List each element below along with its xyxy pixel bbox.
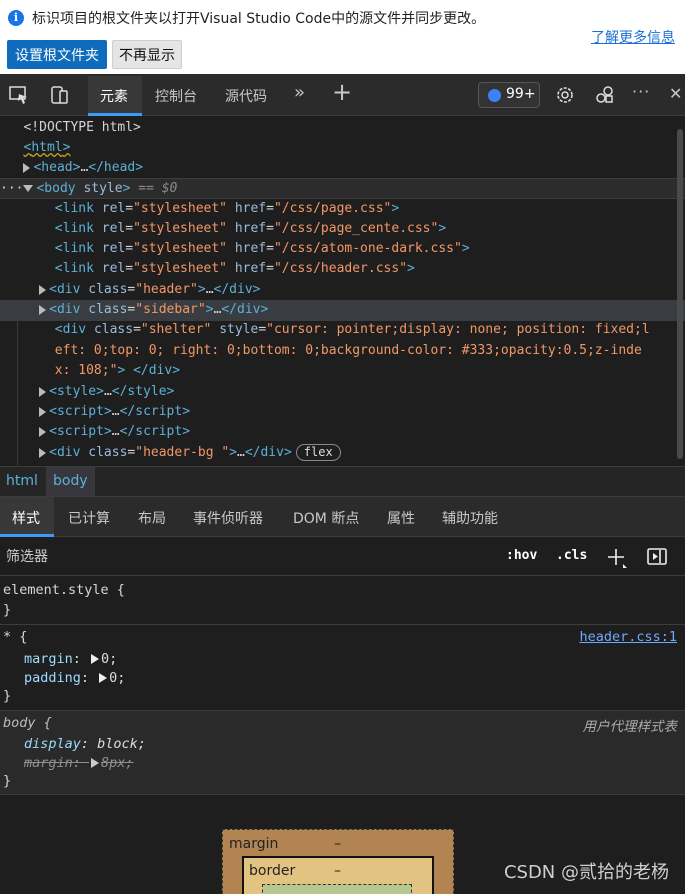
dom-scrollbar[interactable] (675, 117, 685, 466)
breadcrumb-body[interactable]: body (46, 467, 95, 496)
dom-node-div-shelter-cont: eft: 0;top: 0; right: 0;bottom: 0;backgr… (54, 343, 642, 358)
dom-node-body[interactable]: ··· <body style> == $0 (0, 178, 685, 199)
tab-properties[interactable]: 属性 (387, 508, 415, 528)
box-model: margin – border – CSDN @贰拾的老杨 (0, 796, 685, 894)
box-model-border-value[interactable]: – (334, 863, 341, 879)
hover-state-button[interactable]: :hov (506, 548, 537, 563)
prop-margin-overridden: margin: 8px; (24, 755, 134, 771)
prop-margin[interactable]: margin: 0; (24, 651, 117, 667)
devtools-toolbar: 元素 控制台 源代码 » + 99+ ··· ✕ (0, 74, 685, 116)
toggle-sidebar-icon[interactable] (646, 547, 668, 567)
info-bar: i 标识项目的根文件夹以打开Visual Studio Code中的源文件并同步… (0, 0, 685, 74)
dom-node-div-shelter[interactable]: <div class="shelter" style="cursor: poin… (0, 320, 685, 341)
expand-triangle-icon[interactable] (39, 386, 47, 397)
dom-node-link-3[interactable]: <link rel="stylesheet" href="/css/atom-o… (0, 239, 685, 260)
expand-triangle-icon[interactable] (39, 304, 47, 315)
prop-padding[interactable]: padding: 0; (24, 670, 125, 686)
issues-badge[interactable]: 99+ (478, 82, 540, 108)
dom-node-style[interactable]: <style>…</style> (0, 382, 685, 403)
dom-node-div-header[interactable]: <div class="header">…</div> (0, 280, 685, 301)
tab-computed[interactable]: 已计算 (68, 508, 110, 528)
new-style-rule-icon[interactable] (606, 547, 628, 569)
tab-styles[interactable]: 样式 (12, 508, 40, 528)
filter-input[interactable] (0, 543, 490, 571)
expand-triangle-icon[interactable] (39, 284, 47, 295)
expand-shorthand-icon[interactable] (91, 654, 100, 664)
dom-node-doctype[interactable]: <!DOCTYPE html> (0, 118, 685, 139)
settings-gear-icon[interactable] (554, 84, 576, 106)
expand-shorthand-icon[interactable] (91, 758, 100, 768)
tab-layout[interactable]: 布局 (138, 508, 166, 528)
tab-accessibility[interactable]: 辅助功能 (442, 508, 498, 528)
box-model-margin-value[interactable]: – (334, 836, 341, 852)
tab-event-listeners[interactable]: 事件侦听器 (193, 508, 263, 528)
dom-node-script-1[interactable]: <script>…</script> (0, 402, 685, 423)
user-agent-stylesheet-label: 用户代理样式表 (582, 719, 678, 735)
expand-shorthand-icon[interactable] (99, 673, 108, 683)
dom-node-link-4[interactable]: <link rel="stylesheet" href="/css/header… (0, 259, 685, 280)
inspect-element-icon[interactable] (8, 84, 30, 106)
collapse-triangle-icon[interactable] (23, 185, 34, 192)
class-toggle-button[interactable]: .cls (556, 548, 587, 563)
styles-tabbar: 样式 已计算 布局 事件侦听器 DOM 断点 属性 辅助功能 (0, 497, 685, 537)
watermark: CSDN @贰拾的老杨 (503, 862, 669, 883)
dont-show-again-button[interactable]: 不再显示 (112, 40, 182, 69)
filter-row: :hov .cls (0, 538, 685, 576)
dom-node-div-sidebar[interactable]: <div class="sidebar">…</div> (0, 300, 685, 321)
source-link-header-css[interactable]: header.css:1 (579, 629, 677, 645)
info-message: 标识项目的根文件夹以打开Visual Studio Code中的源文件并同步更改… (32, 11, 486, 27)
expand-triangle-icon[interactable] (39, 406, 47, 417)
dom-node-head[interactable]: <head>…</head> (0, 158, 685, 179)
dom-node-script-2[interactable]: <script>…</script> (0, 422, 685, 443)
more-tabs-button[interactable]: » (294, 82, 305, 103)
device-emulation-icon[interactable] (48, 84, 70, 106)
customize-icon[interactable] (594, 84, 616, 106)
dom-node-link-1[interactable]: <link rel="stylesheet" href="/css/page.c… (0, 199, 685, 220)
box-model-border-label: border (249, 863, 296, 879)
tab-elements[interactable]: 元素 (100, 86, 128, 106)
prop-display: display: block; (24, 736, 146, 752)
expand-triangle-icon[interactable] (23, 162, 31, 173)
rule-body-user-agent: body { 用户代理样式表 display: block; margin: 8… (0, 711, 685, 795)
issues-icon (488, 89, 501, 102)
dom-node-html[interactable]: <html> (0, 138, 685, 159)
expand-triangle-icon[interactable] (39, 447, 47, 458)
expand-triangle-icon[interactable] (39, 426, 47, 437)
dom-node-div-shelter-end: x: 108;"> </div> (54, 363, 181, 378)
issues-count: 99+ (506, 86, 536, 102)
add-tab-button[interactable]: + (332, 78, 352, 106)
tab-dom-breakpoints[interactable]: DOM 断点 (293, 508, 359, 528)
dom-tree: <!DOCTYPE html> <html> <head>…</head> ··… (0, 117, 685, 466)
breadcrumb-html[interactable]: html (6, 473, 38, 489)
close-devtools-button[interactable]: ✕ (669, 84, 682, 103)
info-icon: i (8, 10, 24, 26)
set-root-folder-button[interactable]: 设置根文件夹 (7, 40, 107, 69)
box-model-margin-label: margin (229, 836, 279, 852)
dom-node-div-header-bg[interactable]: <div class="header-bg ">…</div> flex (0, 443, 685, 464)
more-options-button[interactable]: ··· (632, 82, 650, 101)
tab-console[interactable]: 控制台 (155, 86, 197, 106)
box-model-padding[interactable] (262, 884, 412, 894)
learn-more-link[interactable]: 了解更多信息 (591, 27, 675, 47)
dom-node-link-2[interactable]: <link rel="stylesheet" href="/css/page_c… (0, 219, 685, 240)
tab-sources[interactable]: 源代码 (225, 86, 267, 106)
rule-element-style: element.style { } (0, 576, 685, 625)
rule-universal: * { header.css:1 margin: 0; padding: 0; … (0, 625, 685, 711)
breadcrumb: html body (0, 466, 685, 497)
flex-badge[interactable]: flex (295, 444, 341, 461)
